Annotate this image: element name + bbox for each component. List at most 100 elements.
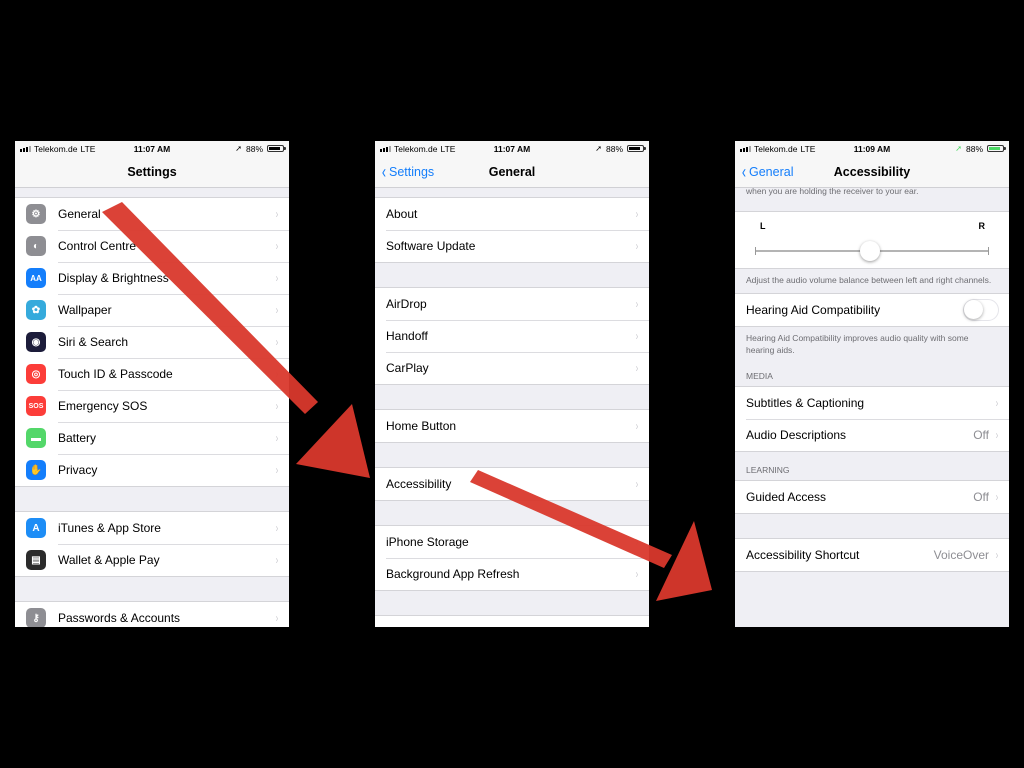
back-button[interactable]: ‹ Settings	[381, 156, 434, 188]
learning-header: LEARNING	[746, 465, 790, 476]
hearing-aid-toggle[interactable]	[963, 299, 999, 322]
settings-screen: Telekom.de LTE 11:07 AM ➚ 88% Settings ⚙…	[15, 141, 289, 627]
settings-group-main: ⚙ General › ◐ Control Centre › AA Display & Bri…	[15, 197, 289, 487]
page-title: Settings	[127, 164, 177, 179]
chevron-right-icon: ›	[635, 535, 639, 549]
slider-left-label: L	[760, 221, 766, 231]
settings-item-label: iTunes & App Store	[58, 521, 161, 535]
general-item-label: iPhone Storage	[386, 535, 469, 549]
general-item-label: CarPlay	[386, 361, 429, 375]
settings-item-privacy[interactable]: ✋ Privacy ›	[15, 454, 289, 486]
general-item-software-update[interactable]: Software Update ›	[375, 230, 649, 262]
general-item-handoff[interactable]: Handoff ›	[375, 320, 649, 352]
settings-group-store: AiTunes & App Store › ▤ Wallet & Apple Pay ›	[15, 511, 289, 577]
general-item-accessibility[interactable]: Accessibility ›	[375, 468, 649, 500]
settings-item-wallpaper[interactable]: ✿ Wallpaper ›	[15, 294, 289, 326]
general-group-connectivity: AirDrop › Handoff › CarPlay ›	[375, 287, 649, 385]
settings-item-label: Wallpaper	[58, 303, 112, 317]
settings-item-itunes-and-app-store[interactable]: AiTunes & App Store ›	[15, 512, 289, 544]
media-header: MEDIA	[746, 371, 773, 382]
settings-item-battery[interactable]: ▬ Battery ›	[15, 422, 289, 454]
settings-item-siri-and-search[interactable]: ◉ Siri & Search ›	[15, 326, 289, 358]
hearing-aid-note: Hearing Aid Compatibility improves audio…	[746, 333, 969, 355]
audio-descriptions-value: Off	[973, 428, 989, 443]
hearing-aid-label: Hearing Aid Compatibility	[746, 303, 881, 318]
hand-icon: ✋	[26, 460, 46, 480]
chevron-right-icon: ›	[275, 521, 279, 535]
battery-percent: 88%	[605, 143, 623, 154]
chevron-right-icon: ›	[275, 431, 279, 445]
chevron-right-icon: ›	[275, 463, 279, 477]
general-item-carplay[interactable]: CarPlay ›	[375, 352, 649, 384]
nav-bar: ‹ Settings General	[375, 156, 649, 188]
general-group-accessibility: Accessibility ›	[375, 467, 649, 501]
truncated-note: when you are holding the receiver to you…	[746, 188, 919, 196]
slider-thumb[interactable]	[860, 241, 880, 261]
guided-access-row[interactable]: Guided Access Off ›	[735, 481, 1009, 513]
general-item-label: AirDrop	[386, 297, 427, 311]
general-item-label: Software Update	[386, 239, 476, 253]
text-size-icon: AA	[26, 268, 46, 288]
chevron-right-icon: ›	[635, 207, 639, 221]
back-button[interactable]: ‹ General	[741, 156, 794, 188]
nav-bar: ‹ General Accessibility	[735, 156, 1009, 188]
settings-item-passwords-and-accounts[interactable]: ⚷ Passwords & Accounts ›	[15, 602, 289, 627]
general-item-label: Handoff	[386, 329, 428, 343]
status-bar: Telekom.de LTE 11:09 AM ➚ 88%	[735, 141, 1009, 156]
general-item-background-app-refresh[interactable]: Background App Refresh ›	[375, 558, 649, 590]
fingerprint-icon: ◎	[26, 364, 46, 384]
general-item-label: Home Button	[386, 419, 457, 433]
settings-item-display-and-brightness[interactable]: AA Display & Brightness ›	[15, 262, 289, 294]
chevron-right-icon: ›	[275, 303, 279, 317]
general-group-home: Home Button ›	[375, 409, 649, 443]
chevron-right-icon: ›	[995, 428, 999, 443]
settings-item-label: Control Centre	[58, 239, 137, 253]
back-label: Settings	[389, 165, 435, 179]
chevron-right-icon: ›	[635, 329, 639, 343]
subtitles-row[interactable]: Subtitles & Captioning ›	[735, 387, 1009, 419]
balance-note: Adjust the audio volume balance between …	[746, 275, 992, 285]
chevron-right-icon: ›	[275, 553, 279, 567]
general-item-label: Background App Refresh	[386, 567, 520, 581]
accessibility-screen: Telekom.de LTE 11:09 AM ➚ 88% ‹ General …	[735, 141, 1009, 627]
flower-icon: ✿	[26, 300, 46, 320]
chevron-right-icon: ›	[275, 271, 279, 285]
general-item-about[interactable]: About ›	[375, 198, 649, 230]
general-item-label: About	[386, 207, 418, 221]
general-group-storage: iPhone Storage › Background App Refresh ›	[375, 525, 649, 591]
settings-item-touch-id-and-passcode[interactable]: ◎ Touch ID & Passcode ›	[15, 358, 289, 390]
page-title: General	[488, 164, 536, 179]
general-item-iphone-storage[interactable]: iPhone Storage ›	[375, 526, 649, 558]
chevron-right-icon: ›	[275, 367, 279, 381]
balance-slider[interactable]: L R	[735, 212, 1009, 268]
settings-item-label: Emergency SOS	[58, 399, 148, 413]
location-icon: ➚	[595, 144, 602, 153]
audio-descriptions-row[interactable]: Audio Descriptions Off ›	[735, 419, 1009, 451]
settings-item-label: Display & Brightness	[58, 271, 169, 285]
battery-icon	[627, 145, 646, 152]
chevron-right-icon: ›	[636, 625, 638, 627]
settings-item-emergency-sos[interactable]: SOS Emergency SOS ›	[15, 390, 289, 422]
chevron-right-icon: ›	[275, 399, 279, 413]
app-store-icon: A	[26, 518, 46, 538]
chevron-right-icon: ›	[635, 239, 639, 253]
settings-item-label: Battery	[58, 431, 97, 445]
chevron-left-icon: ‹	[381, 162, 387, 182]
general-item-home-button[interactable]: Home Button ›	[375, 410, 649, 442]
settings-item-label: Touch ID & Passcode	[58, 367, 173, 381]
status-bar: Telekom.de LTE 11:07 AM ➚ 88%	[15, 141, 289, 156]
general-item-airdrop[interactable]: AirDrop ›	[375, 288, 649, 320]
settings-item-control-centre[interactable]: ◐ Control Centre ›	[15, 230, 289, 262]
location-icon: ➚	[955, 144, 962, 153]
key-icon: ⚷	[26, 608, 46, 627]
settings-item-wallet-and-apple-pay[interactable]: ▤ Wallet & Apple Pay ›	[15, 544, 289, 576]
hearing-aid-row[interactable]: Hearing Aid Compatibility	[735, 294, 1009, 326]
chevron-left-icon: ‹	[741, 162, 747, 182]
chevron-right-icon: ›	[275, 611, 279, 625]
accessibility-shortcut-row[interactable]: Accessibility Shortcut VoiceOver ›	[735, 539, 1009, 571]
settings-group-accounts: ⚷ Passwords & Accounts ›	[15, 601, 289, 627]
settings-item-label: Privacy	[58, 463, 98, 477]
general-group-date: Date & Time›	[375, 615, 649, 627]
settings-item-general[interactable]: ⚙ General ›	[15, 198, 289, 230]
general-item-date-and-time[interactable]: Date & Time›	[375, 616, 649, 627]
